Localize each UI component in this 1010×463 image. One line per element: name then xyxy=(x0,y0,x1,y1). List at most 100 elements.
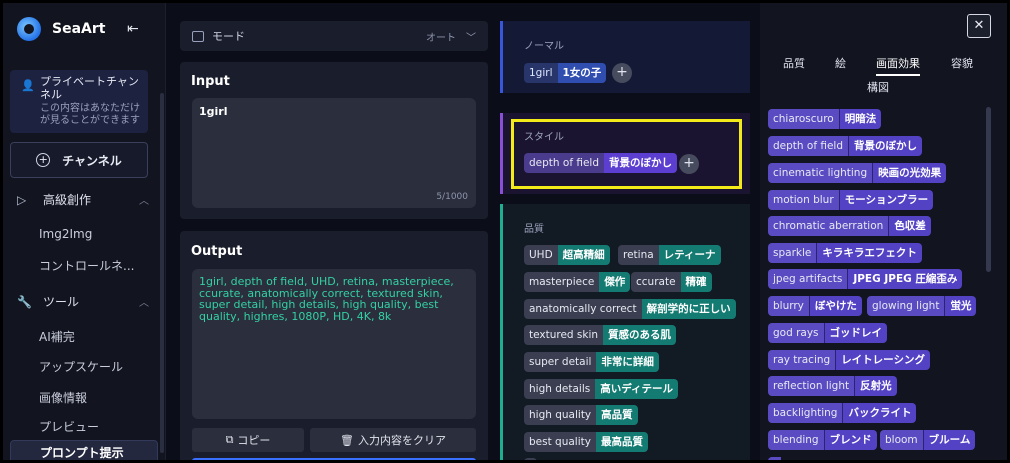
channel-button[interactable]: + チャンネル xyxy=(10,142,148,178)
tab-painting[interactable]: 絵 xyxy=(835,55,846,71)
private-channel-card[interactable]: 👤 プライベートチャンネル この内容はあなただけが見ることができます xyxy=(10,70,148,133)
tag-ja: 解剖学的に正しい xyxy=(641,299,736,319)
tag-en: glowing light xyxy=(867,296,945,316)
sidebar-item-prompt-hint[interactable]: プロンプト提示 xyxy=(10,440,158,460)
tag-chip[interactable]: high quality 高品質 xyxy=(524,405,638,425)
clear-input-button[interactable]: 🗑 入力内容をクリア xyxy=(310,428,476,452)
nav-section-advanced[interactable]: ▷ 高級創作 ︿ xyxy=(17,191,149,208)
tag-chip[interactable] xyxy=(524,458,538,460)
tag-en: best quality xyxy=(524,432,596,452)
tag-ja: 色収差 xyxy=(888,216,931,236)
tag-chip[interactable]: ccurate 精確 xyxy=(631,272,712,292)
sidebar-item-ai-complete[interactable]: AI補完 xyxy=(39,328,75,345)
tag-chip[interactable]: high details 高いディテール xyxy=(524,379,678,399)
tag-ja: 非常に詳細 xyxy=(596,352,659,372)
tag-ja: ブルーム xyxy=(922,430,976,450)
tag-ja: 傑作 xyxy=(599,272,631,292)
tag-ja: 高いディテール xyxy=(595,379,678,399)
generate-button[interactable] xyxy=(192,458,476,460)
tag-ja: ゴッドレイ xyxy=(823,323,888,343)
tag-ja: 質感のある肌 xyxy=(603,325,677,345)
tag-ja: 超高精細 xyxy=(557,245,610,265)
nav-section-advanced-label: 高級創作 xyxy=(43,193,92,207)
tag-chip[interactable]: UHD 超高精細 xyxy=(524,245,610,265)
chevron-up-icon: ︿ xyxy=(139,196,149,207)
tag-chip[interactable]: blurry ぼやけた xyxy=(768,296,862,316)
tag-en: high details xyxy=(524,379,596,399)
tag-chip[interactable]: backlighting バックライト xyxy=(768,403,917,423)
input-textarea[interactable]: 1girl 5/1000 xyxy=(192,98,476,208)
tag-chip[interactable]: anatomically correct 解剖学的に正しい xyxy=(524,299,736,319)
tag-chip[interactable]: masterpiece 傑作 xyxy=(524,272,631,292)
nav-section-tools[interactable]: 🔧 ツール ︿ xyxy=(17,293,149,310)
mode-selector[interactable]: モード オート ﹀ xyxy=(180,21,488,51)
input-counter: 5/1000 xyxy=(436,192,468,202)
tag-chip[interactable]: glowing light 蛍光 xyxy=(867,296,977,316)
tag-en: ray tracing xyxy=(768,350,836,370)
output-actions: ⧉ コピー 🗑 入力内容をクリア xyxy=(192,428,476,452)
tag-chip[interactable] xyxy=(768,457,978,460)
sidebar-item-upscale[interactable]: アップスケール xyxy=(39,358,123,375)
tag-en: jpeg artifacts xyxy=(768,269,848,289)
tag-ja: JPEG JPEG 圧縮歪み xyxy=(847,269,963,289)
close-icon[interactable]: ✕ xyxy=(967,14,991,38)
tag-chip[interactable]: depth of field 背景のぼかし xyxy=(768,136,923,156)
tag-en: chromatic aberration xyxy=(768,216,889,236)
copy-button[interactable]: ⧉ コピー xyxy=(192,428,304,452)
collapse-sidebar-icon[interactable]: ⇤ xyxy=(127,21,139,37)
sidebar-item-img2img[interactable]: Img2Img xyxy=(39,227,92,241)
user-icon: 👤 xyxy=(21,79,35,92)
add-tag-button[interactable]: + xyxy=(612,63,632,83)
sidebar-item-preview[interactable]: プレビュー xyxy=(39,418,99,435)
tag-chip[interactable]: chiaroscuro 明暗法 xyxy=(768,109,882,129)
tag-ja: ぼやけた xyxy=(808,296,862,316)
tag-chip[interactable]: blending ブレンド xyxy=(768,430,877,450)
tab-screen-effects[interactable]: 画面効果 xyxy=(876,55,920,76)
output-textarea[interactable]: 1girl, depth of field, UHD, retina, mast… xyxy=(192,269,476,419)
tag-en: 1girl xyxy=(524,63,558,83)
clear-input-button-label: 入力内容をクリア xyxy=(357,434,446,447)
chevron-up-icon: ︿ xyxy=(139,298,149,309)
tag-ja: ブレンド xyxy=(823,430,877,450)
tag-en: retina xyxy=(618,245,659,265)
tag-ja: 背景のぼかし xyxy=(848,136,923,156)
tag-en: super detail xyxy=(524,352,597,372)
tag-chip[interactable]: reflection light 反射光 xyxy=(768,376,897,396)
mode-icon xyxy=(192,30,204,42)
output-title: Output xyxy=(191,244,243,259)
tab-composition[interactable]: 構図 xyxy=(867,79,889,95)
brand-logo[interactable]: SeaArt xyxy=(17,17,105,41)
tag-en: reflection light xyxy=(768,376,855,396)
tag-chip[interactable]: cinematic lighting 映画の光効果 xyxy=(768,163,947,183)
right-panel-scrollbar[interactable] xyxy=(986,107,991,272)
wrench-icon: 🔧 xyxy=(17,294,32,309)
sidebar-scrollbar[interactable] xyxy=(160,93,164,453)
sidebar-item-image-info[interactable]: 画像情報 xyxy=(39,389,87,406)
tag-en: sparkle xyxy=(768,243,817,263)
tag-chip[interactable]: retina レティーナ xyxy=(618,245,721,265)
tag-ja: 最高品質 xyxy=(595,432,648,452)
normal-tags-block: ノーマル 1girl 1女の子 + xyxy=(500,21,750,93)
basket-icon: 🗑 xyxy=(340,433,354,447)
input-title: Input xyxy=(191,74,230,89)
tag-en: god rays xyxy=(768,323,824,343)
tag-chip[interactable]: ray tracing レイトレーシング xyxy=(768,350,930,370)
tag-chip[interactable]: motion blur モーションブラー xyxy=(768,190,934,210)
tag-chip[interactable]: sparkle キラキラエフェクト xyxy=(768,243,922,263)
tag-chip[interactable]: chromatic aberration 色収差 xyxy=(768,216,931,236)
tag-chip[interactable]: god rays ゴッドレイ xyxy=(768,323,888,343)
tag-chip[interactable]: bloom ブルーム xyxy=(880,430,976,450)
tag-en: masterpiece xyxy=(524,272,600,292)
tab-appearance[interactable]: 容貌 xyxy=(951,55,973,71)
tag-chip[interactable]: super detail 非常に詳細 xyxy=(524,352,659,372)
tab-quality[interactable]: 品質 xyxy=(783,55,805,71)
play-icon: ▷ xyxy=(17,192,27,207)
tag-chip[interactable]: jpeg artifacts JPEG JPEG 圧縮歪み xyxy=(768,269,963,289)
tag-chip[interactable]: textured skin 質感のある肌 xyxy=(524,325,677,345)
tag-ja: 1女の子 xyxy=(557,63,607,83)
highlight-box xyxy=(511,119,742,189)
output-text: 1girl, depth of field, UHD, retina, mast… xyxy=(199,275,454,323)
tag-chip[interactable]: best quality 最高品質 xyxy=(524,432,648,452)
tag-chip[interactable]: 1girl 1女の子 xyxy=(524,63,607,83)
sidebar-item-controlnet[interactable]: コントロールネ... xyxy=(39,257,134,274)
